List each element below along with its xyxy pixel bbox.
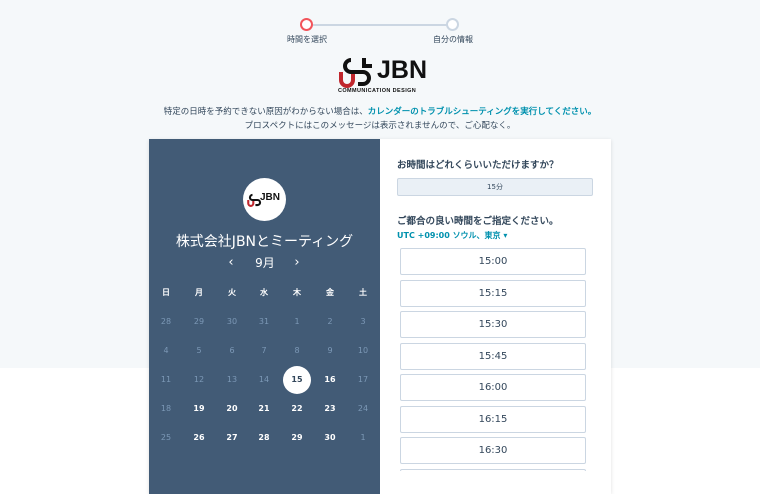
next-month-chevron-icon[interactable]: › xyxy=(289,254,305,272)
notice-subtext: プロスペクトにはこのメッセージは表示されませんので、ご心配なく。 xyxy=(244,121,516,131)
weekday-header: 火 xyxy=(228,288,236,297)
progress-line xyxy=(313,24,447,26)
calendar-day[interactable]: 26 xyxy=(185,424,213,452)
time-slot-button[interactable]: 15:30 xyxy=(400,311,586,338)
troubleshoot-notice: 特定の日時を予約できない原因がわからない場合は、カレンダーのトラブルシューティン… xyxy=(0,105,760,117)
calendar-day: 6 xyxy=(229,346,235,355)
notice-text: 特定の日時を予約できない原因がわからない場合は、 xyxy=(163,107,368,117)
time-slot-button[interactable] xyxy=(400,468,586,471)
time-slot-button[interactable]: 16:00 xyxy=(400,374,586,401)
weekday-header: 日 xyxy=(162,288,170,297)
calendar-day: 17 xyxy=(357,375,369,384)
avatar: JBN xyxy=(243,178,286,221)
calendar-day[interactable]: 30 xyxy=(316,424,344,452)
prev-month-chevron-icon[interactable]: ‹ xyxy=(223,254,239,272)
calendar-day: 7 xyxy=(261,346,267,355)
meeting-title: 株式会社JBNとミーティング xyxy=(175,234,354,250)
weekday-header: 月 xyxy=(195,288,203,297)
calendar-day: 31 xyxy=(258,317,270,326)
booking-card: JBN 株式会社JBNとミーティング ‹ 9月 › 日月火水木金土 28 29 30 3… xyxy=(149,139,611,494)
duration-option-15min[interactable]: 15分 xyxy=(397,178,593,196)
time-question: ご都合の良い時間をご指定ください。 xyxy=(397,216,559,227)
calendar-day[interactable]: 29 xyxy=(283,424,311,452)
calendar-day[interactable]: 21 xyxy=(250,395,278,423)
calendar-day[interactable]: 20 xyxy=(218,395,246,423)
company-logo: JBN COMMUNICATION DESIGN xyxy=(338,54,428,98)
weekday-header: 土 xyxy=(359,288,367,297)
calendar-day: 4 xyxy=(163,346,169,355)
calendar-day[interactable]: 27 xyxy=(218,424,246,452)
calendar-day: 1 xyxy=(360,433,366,442)
step-label-your-info: 自分の情報 xyxy=(433,35,473,44)
month-label: 9月 xyxy=(255,256,275,270)
timezone-dropdown[interactable]: UTC +09:00 ソウル、東京 ▾ xyxy=(397,230,507,241)
calendar-day: 3 xyxy=(360,317,366,326)
calendar-day: 13 xyxy=(226,375,238,384)
time-slot-button[interactable]: 15:15 xyxy=(400,279,586,307)
step-label-select-time: 時間を選択 xyxy=(287,35,327,44)
time-slot-button[interactable]: 15:45 xyxy=(400,342,586,370)
calendar-day: 8 xyxy=(294,346,300,355)
calendar-day[interactable]: 22 xyxy=(283,395,311,423)
time-slot-button[interactable]: 16:30 xyxy=(400,437,586,464)
step-dot-your-info xyxy=(446,18,459,31)
calendar-day[interactable]: 28 xyxy=(250,424,278,452)
calendar-day: 10 xyxy=(357,346,369,355)
logo-wordmark: JBN xyxy=(377,56,428,84)
weekday-header: 金 xyxy=(326,288,334,297)
calendar-day: 9 xyxy=(327,346,333,355)
time-selection-panel: お時間はどれくらいいただけますか？ 15分 ご都合の良い時間をご指定ください。 … xyxy=(380,139,611,494)
progress-steps: 時間を選択 自分の情報 xyxy=(0,0,760,50)
calendar-day: 2 xyxy=(327,317,333,326)
calendar-day: 5 xyxy=(196,346,202,355)
calendar-day: 24 xyxy=(357,404,369,413)
calendar-day: 30 xyxy=(226,317,238,326)
duration-question: お時間はどれくらいいただけますか？ xyxy=(397,160,559,171)
jbn-logo-mark-icon xyxy=(339,58,372,88)
logo-tagline: COMMUNICATION DESIGN xyxy=(338,88,417,94)
step-dot-select-time xyxy=(300,18,313,31)
time-slot-button[interactable]: 15:00 xyxy=(400,248,586,275)
avatar-wordmark: JBN xyxy=(260,192,281,203)
calendar-day: 11 xyxy=(160,375,172,384)
calendar-day: 1 xyxy=(294,317,300,326)
calendar-day[interactable]: 23 xyxy=(316,395,344,423)
calendar-day[interactable]: 16 xyxy=(316,366,344,394)
calendar-day[interactable]: 19 xyxy=(185,395,213,423)
weekday-header: 木 xyxy=(293,288,301,297)
calendar-day: 14 xyxy=(258,375,270,384)
calendar-day: 28 xyxy=(160,317,172,326)
calendar-day: 12 xyxy=(193,375,205,384)
calendar-day: 25 xyxy=(160,433,172,442)
weekday-header: 水 xyxy=(260,288,268,297)
time-slot-list: 15:00 15:15 15:30 15:45 16:00 16:15 16:30 xyxy=(397,246,593,471)
calendar-day: 18 xyxy=(160,404,172,413)
calendar-day: 29 xyxy=(193,317,205,326)
time-slot-button[interactable]: 16:15 xyxy=(400,405,586,433)
calendar-day-selected[interactable]: 15 xyxy=(283,366,311,394)
calendar-panel: JBN 株式会社JBNとミーティング ‹ 9月 › 日月火水木金土 28 29 30 3… xyxy=(149,139,380,494)
troubleshoot-link[interactable]: カレンダーのトラブルシューティングを実行してください。 xyxy=(368,107,596,117)
month-navigation: ‹ 9月 › xyxy=(149,254,380,274)
